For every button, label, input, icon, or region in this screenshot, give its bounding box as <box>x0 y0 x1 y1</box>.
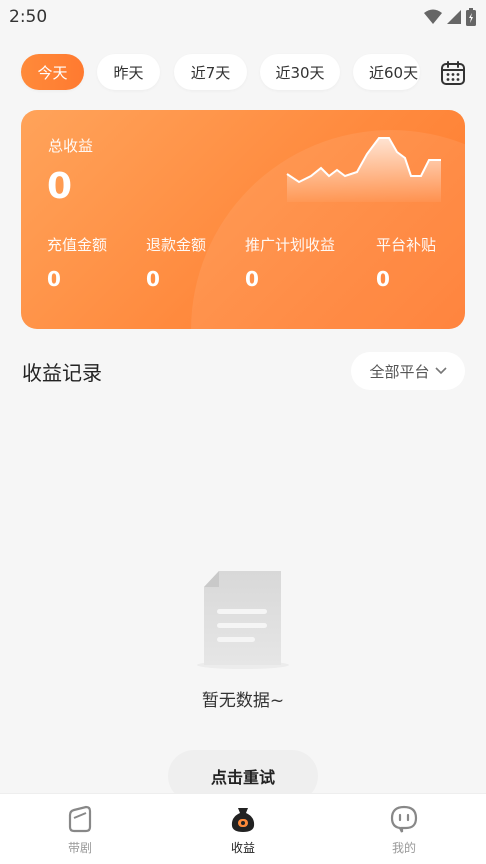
empty-state-message: 暂无数据~ <box>201 691 285 711</box>
nav-item-mine[interactable]: 我的 <box>364 804 444 856</box>
nav-label: 收益 <box>230 841 255 855</box>
metric-promotion: 推广计划收益 0 <box>245 234 335 291</box>
money-bag-icon <box>231 808 255 832</box>
metric-label: 充值金额 <box>47 236 108 254</box>
bottom-nav: 带剧 收益 我的 <box>0 793 486 864</box>
status-bar: 2:50 <box>0 0 486 34</box>
filter-chip-today[interactable]: 今天 <box>21 54 84 90</box>
filter-chip-7-days[interactable]: 近7天 <box>174 54 247 90</box>
platform-select[interactable]: 全部平台 <box>351 352 465 390</box>
metric-label: 退款金额 <box>146 236 207 254</box>
metric-value: 0 <box>376 267 390 291</box>
platform-select-label: 全部平台 <box>369 362 430 381</box>
metric-refund: 退款金额 0 <box>146 234 206 291</box>
empty-document-icon <box>197 571 289 669</box>
filter-chip-30-days[interactable]: 近30天 <box>260 54 340 90</box>
trend-sparkline-icon <box>286 137 441 202</box>
metric-value: 0 <box>245 267 259 291</box>
metric-value: 0 <box>146 267 160 291</box>
wifi-icon <box>424 9 442 24</box>
battery-icon <box>466 8 476 26</box>
status-time: 2:50 <box>9 7 48 27</box>
signal-icon <box>447 10 461 24</box>
filter-chip-yesterday[interactable]: 昨天 <box>97 54 160 90</box>
status-icons <box>424 8 476 26</box>
metric-label: 推广计划收益 <box>245 236 336 254</box>
metric-label: 平台补贴 <box>376 236 437 254</box>
calendar-icon[interactable] <box>440 60 466 86</box>
filter-chip-60-days[interactable]: 近60天 <box>353 54 420 90</box>
total-earnings-label: 总收益 <box>48 137 94 155</box>
chevron-down-icon <box>434 367 447 375</box>
metric-recharge: 充值金额 0 <box>47 234 107 291</box>
robot-face-icon <box>390 805 418 833</box>
nav-label: 带剧 <box>67 841 92 855</box>
date-filter-row: 今天 昨天 近7天 近30天 近60天 <box>0 54 486 92</box>
earnings-summary-card: 总收益 0 充值金额 0 退款金额 0 推广计划收益 0 平台补贴 0 <box>21 110 465 329</box>
total-earnings-value: 0 <box>47 166 73 207</box>
metric-value: 0 <box>47 267 61 291</box>
earnings-records-title: 收益记录 <box>22 361 102 385</box>
tv-icon <box>68 805 92 833</box>
nav-item-earnings[interactable]: 收益 <box>203 804 283 856</box>
nav-item-series[interactable]: 带剧 <box>40 804 120 856</box>
metric-subsidy: 平台补贴 0 <box>376 234 436 291</box>
nav-label: 我的 <box>391 841 416 855</box>
